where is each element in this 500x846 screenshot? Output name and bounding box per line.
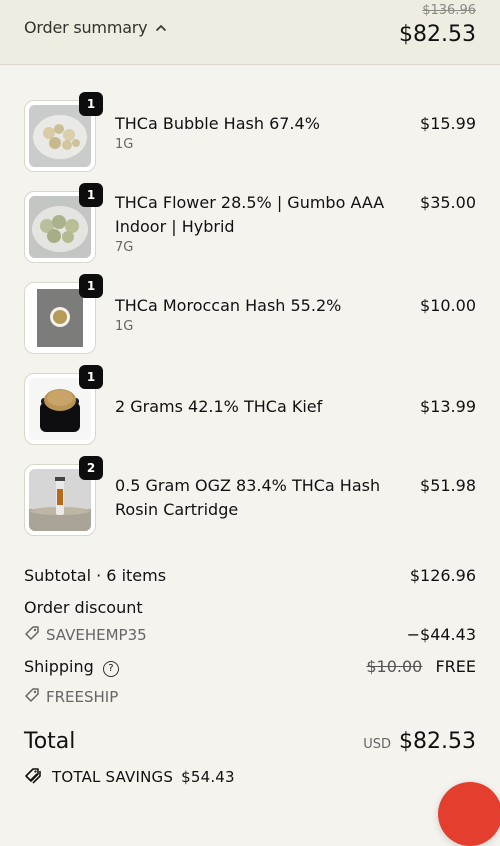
shipping-code-text: FREESHIP: [46, 688, 119, 706]
product-name: THCa Bubble Hash 67.4%: [115, 114, 320, 133]
product-price: $35.00: [420, 193, 476, 212]
currency-code: USD: [363, 737, 392, 752]
quantity-badge: 1: [79, 274, 103, 298]
product-name: 0.5 Gram OGZ 83.4% THCa Hash Rosin Cartr…: [115, 476, 381, 519]
original-total: $136.96: [422, 3, 476, 18]
product-variant: 1G: [115, 319, 134, 334]
help-icon[interactable]: ?: [102, 660, 119, 677]
discount-code: SAVEHEMP35: [24, 625, 147, 645]
order-discount-label: Order discount: [24, 598, 143, 617]
quantity-badge: 1: [79, 365, 103, 389]
product-price: $15.99: [420, 114, 476, 133]
shipping-value: FREE: [435, 657, 476, 676]
order-summary-toggle[interactable]: Order summary: [24, 18, 167, 37]
order-summary-label: Order summary: [24, 18, 148, 37]
total-savings-label: TOTAL SAVINGS: [52, 768, 174, 786]
product-price: $13.99: [420, 397, 476, 416]
product-name: 2 Grams 42.1% THCa Kief: [115, 397, 323, 416]
tag-icon: [24, 625, 40, 645]
shipping-original-price: $10.00: [366, 657, 423, 676]
subtotal-row: Subtotal · 6 items $126.96: [24, 566, 476, 585]
total-amount: USD $82.53: [363, 729, 476, 754]
chevron-up-icon: [155, 24, 167, 32]
product-price: $10.00: [420, 296, 476, 315]
tags-icon: [24, 766, 44, 788]
product-name: THCa Flower 28.5% | Gumbo AAA Indoor | H…: [115, 193, 385, 236]
chat-button[interactable]: [438, 782, 500, 846]
quantity-badge: 1: [79, 183, 103, 207]
total-value: $82.53: [399, 729, 476, 754]
quantity-badge: 2: [79, 456, 103, 480]
total-savings-value: $54.43: [181, 768, 235, 786]
shipping-code: FREESHIP: [24, 687, 118, 707]
quantity-badge: 1: [79, 92, 103, 116]
header-total: $82.53: [399, 22, 476, 47]
shipping-row: Shipping ? $10.00 FREE: [24, 657, 476, 677]
discount-value: −$44.43: [406, 625, 476, 644]
total-savings: TOTAL SAVINGS $54.43: [24, 766, 235, 788]
tag-icon: [24, 687, 40, 707]
order-discount-row: Order discount: [24, 598, 476, 617]
subtotal-value: $126.96: [409, 566, 476, 585]
product-price: $51.98: [420, 476, 476, 495]
product-variant: 1G: [115, 137, 134, 152]
product-name: THCa Moroccan Hash 55.2%: [115, 296, 342, 315]
product-variant: 7G: [115, 240, 134, 255]
discount-code-text: SAVEHEMP35: [46, 626, 147, 644]
order-summary-header: Order summary $136.96 $82.53: [0, 0, 500, 65]
subtotal-label: Subtotal · 6 items: [24, 566, 167, 585]
total-label: Total: [24, 729, 76, 754]
shipping-label: Shipping: [24, 657, 94, 676]
